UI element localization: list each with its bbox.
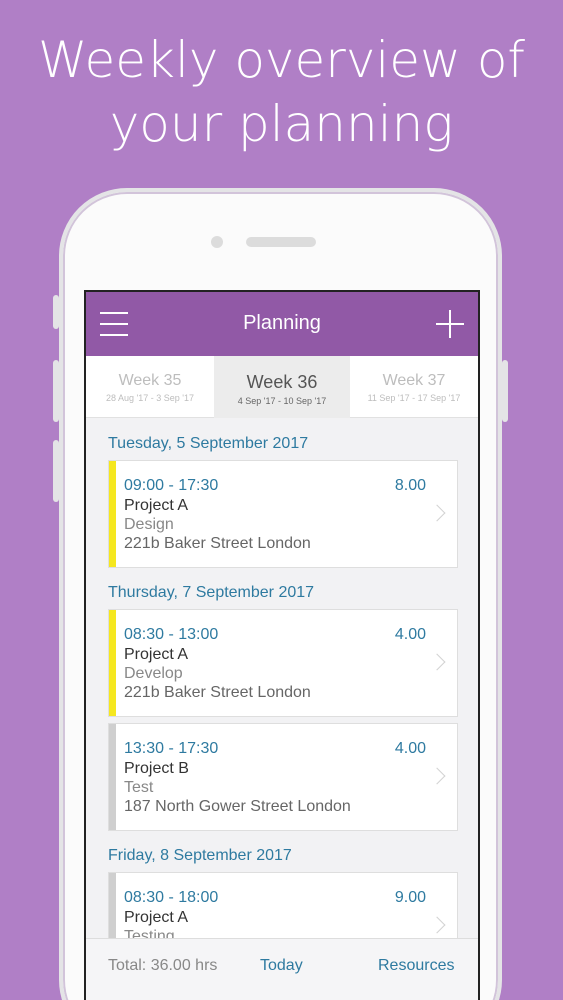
entry-time: 13:30 - 17:30: [124, 740, 219, 757]
promo-line-2: your planning: [109, 95, 454, 153]
resources-button[interactable]: Resources: [378, 957, 454, 975]
entry-time: 09:00 - 17:30: [124, 477, 219, 494]
planning-entry[interactable]: 08:30 - 13:00 4.00 Project A Develop 221…: [108, 609, 458, 717]
entry-hours: 8.00: [394, 477, 426, 494]
week-range: 4 Sep '17 - 10 Sep '17: [237, 396, 327, 406]
day-header: Friday, 8 September 2017: [108, 847, 292, 864]
entry-address: 221b Baker Street London: [124, 684, 311, 701]
total-hours: Total: 36.00 hrs: [108, 957, 218, 974]
entry-hours: 4.00: [394, 740, 426, 757]
chevron-right-icon: [428, 916, 446, 934]
chevron-right-icon: [428, 767, 446, 785]
week-tab-prev[interactable]: Week 35 28 Aug '17 - 3 Sep '17: [86, 356, 214, 418]
week-label: Week 36: [246, 372, 318, 392]
week-selector: Week 35 28 Aug '17 - 3 Sep '17 Week 36 4…: [86, 356, 478, 418]
today-button[interactable]: Today: [260, 957, 303, 975]
promo-headline: Weekly overview of your planning: [0, 28, 563, 156]
entry-project: Project B: [124, 760, 189, 777]
entry-hours: 4.00: [394, 626, 426, 643]
week-label: Week 35: [118, 372, 182, 389]
promo-line-1: Weekly overview of: [37, 31, 526, 89]
phone-power-button: [502, 360, 508, 422]
plus-icon[interactable]: [436, 310, 464, 338]
entry-project: Project A: [124, 497, 189, 514]
chevron-right-icon: [428, 504, 446, 522]
project-color-bar: [109, 610, 116, 716]
phone-camera: [211, 236, 223, 248]
navigation-bar: Planning: [86, 292, 478, 356]
project-color-bar: [109, 724, 116, 830]
chevron-right-icon: [428, 653, 446, 671]
entry-project: Project A: [124, 646, 189, 663]
entry-address: 221b Baker Street London: [124, 535, 311, 552]
project-color-bar: [109, 461, 116, 567]
day-header: Tuesday, 5 September 2017: [108, 435, 309, 452]
phone-speaker: [246, 237, 316, 247]
page-title: Planning: [243, 312, 321, 334]
entry-task: Design: [124, 516, 174, 533]
entry-time: 08:30 - 13:00: [124, 626, 219, 643]
planning-entry[interactable]: 13:30 - 17:30 4.00 Project B Test 187 No…: [108, 723, 458, 831]
week-label: Week 37: [382, 372, 446, 389]
day-header: Thursday, 7 September 2017: [108, 584, 315, 601]
week-tab-current[interactable]: Week 36 4 Sep '17 - 10 Sep '17: [214, 356, 350, 418]
week-tab-next[interactable]: Week 37 11 Sep '17 - 17 Sep '17: [350, 356, 478, 418]
bottom-toolbar: Total: 36.00 hrs Today Resources: [86, 938, 478, 1000]
app-screen: Planning Week 35 28 Aug '17 - 3 Sep '17 …: [84, 290, 480, 1000]
planning-entry[interactable]: 09:00 - 17:30 8.00 Project A Design 221b…: [108, 460, 458, 568]
entry-project: Project A: [124, 909, 189, 926]
week-range: 11 Sep '17 - 17 Sep '17: [367, 393, 461, 403]
entry-task: Develop: [124, 665, 183, 682]
entry-hours: 9.00: [394, 889, 426, 906]
entry-address: 187 North Gower Street London: [124, 798, 351, 815]
entry-time: 08:30 - 18:00: [124, 889, 219, 906]
entry-task: Test: [124, 779, 154, 796]
week-range: 28 Aug '17 - 3 Sep '17: [105, 393, 194, 403]
